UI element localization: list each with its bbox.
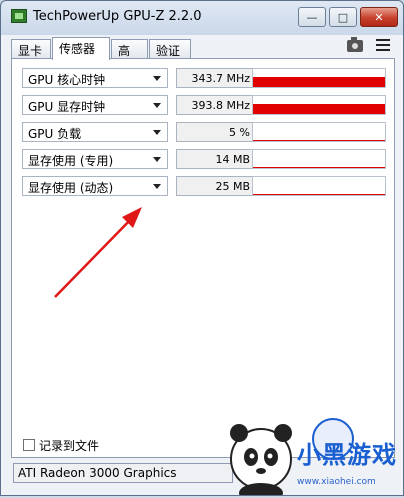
gpuz-window: TechPowerUp GPU-Z 2.2.0 — □ ✕ 显卡 传感器 高级 …	[0, 0, 404, 498]
watermark-url: www.xiaohei.com	[297, 477, 376, 487]
tab-sensors[interactable]: 传感器	[52, 37, 110, 60]
arrow-shaft	[54, 214, 136, 298]
watermark-text: 小黑游戏	[297, 441, 397, 469]
